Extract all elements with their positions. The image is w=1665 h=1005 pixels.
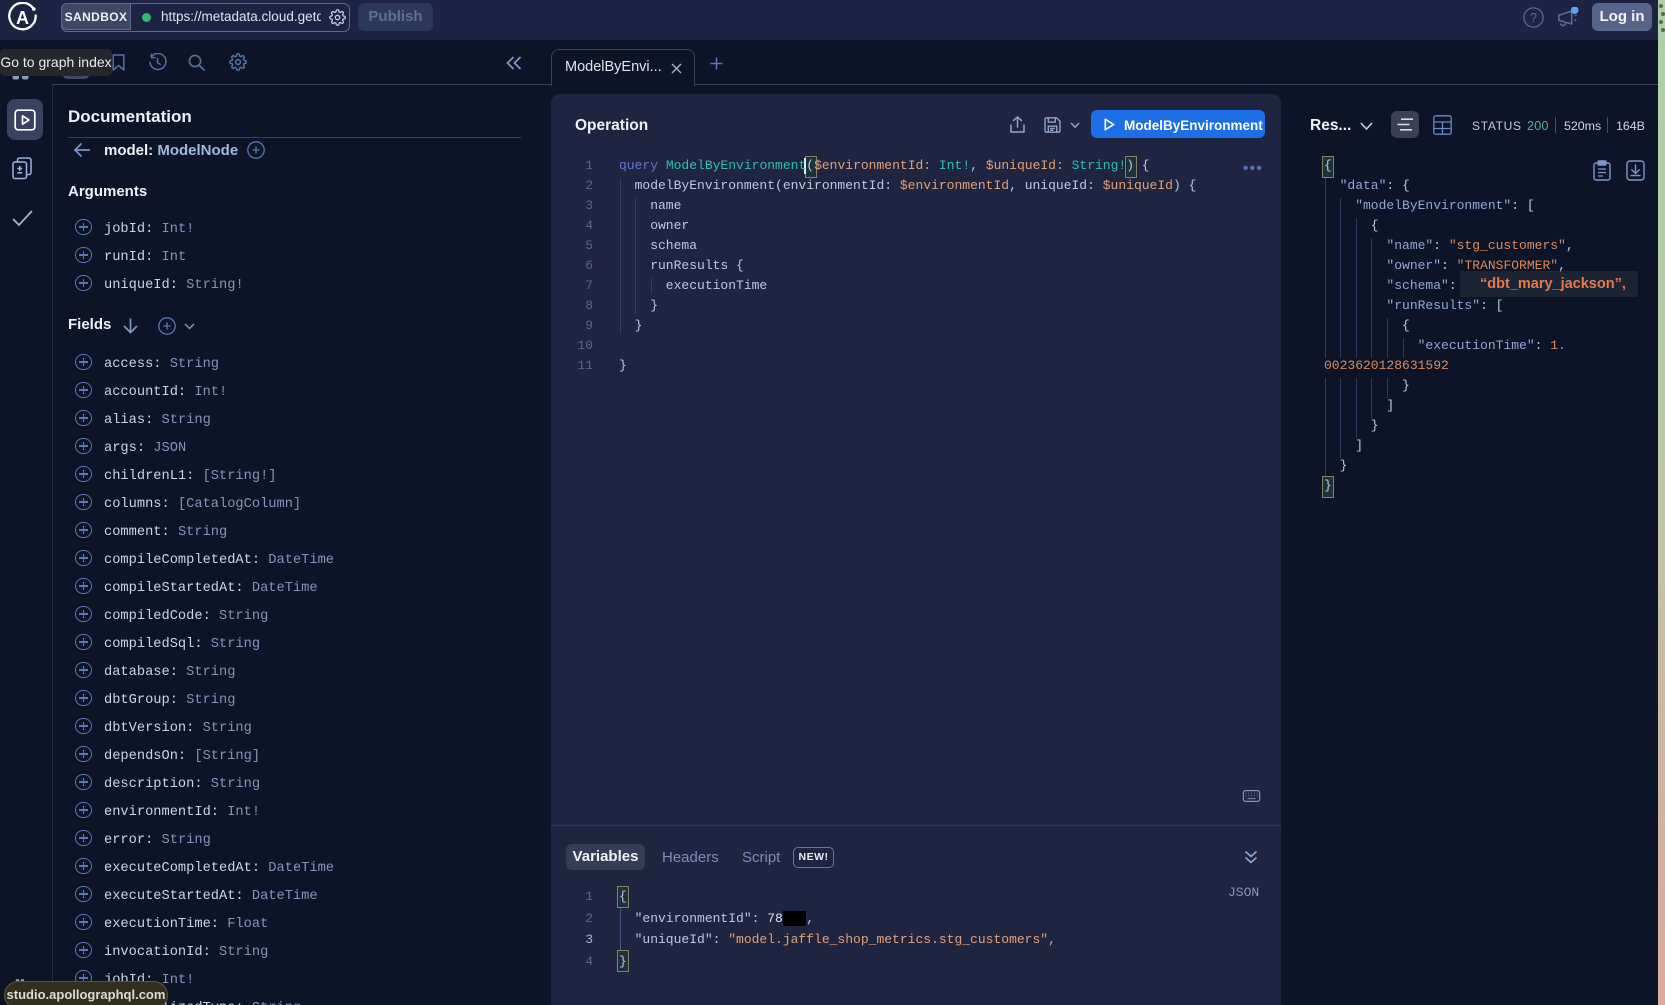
svg-text:?: ? bbox=[1530, 11, 1537, 25]
svg-text:A: A bbox=[16, 8, 29, 28]
